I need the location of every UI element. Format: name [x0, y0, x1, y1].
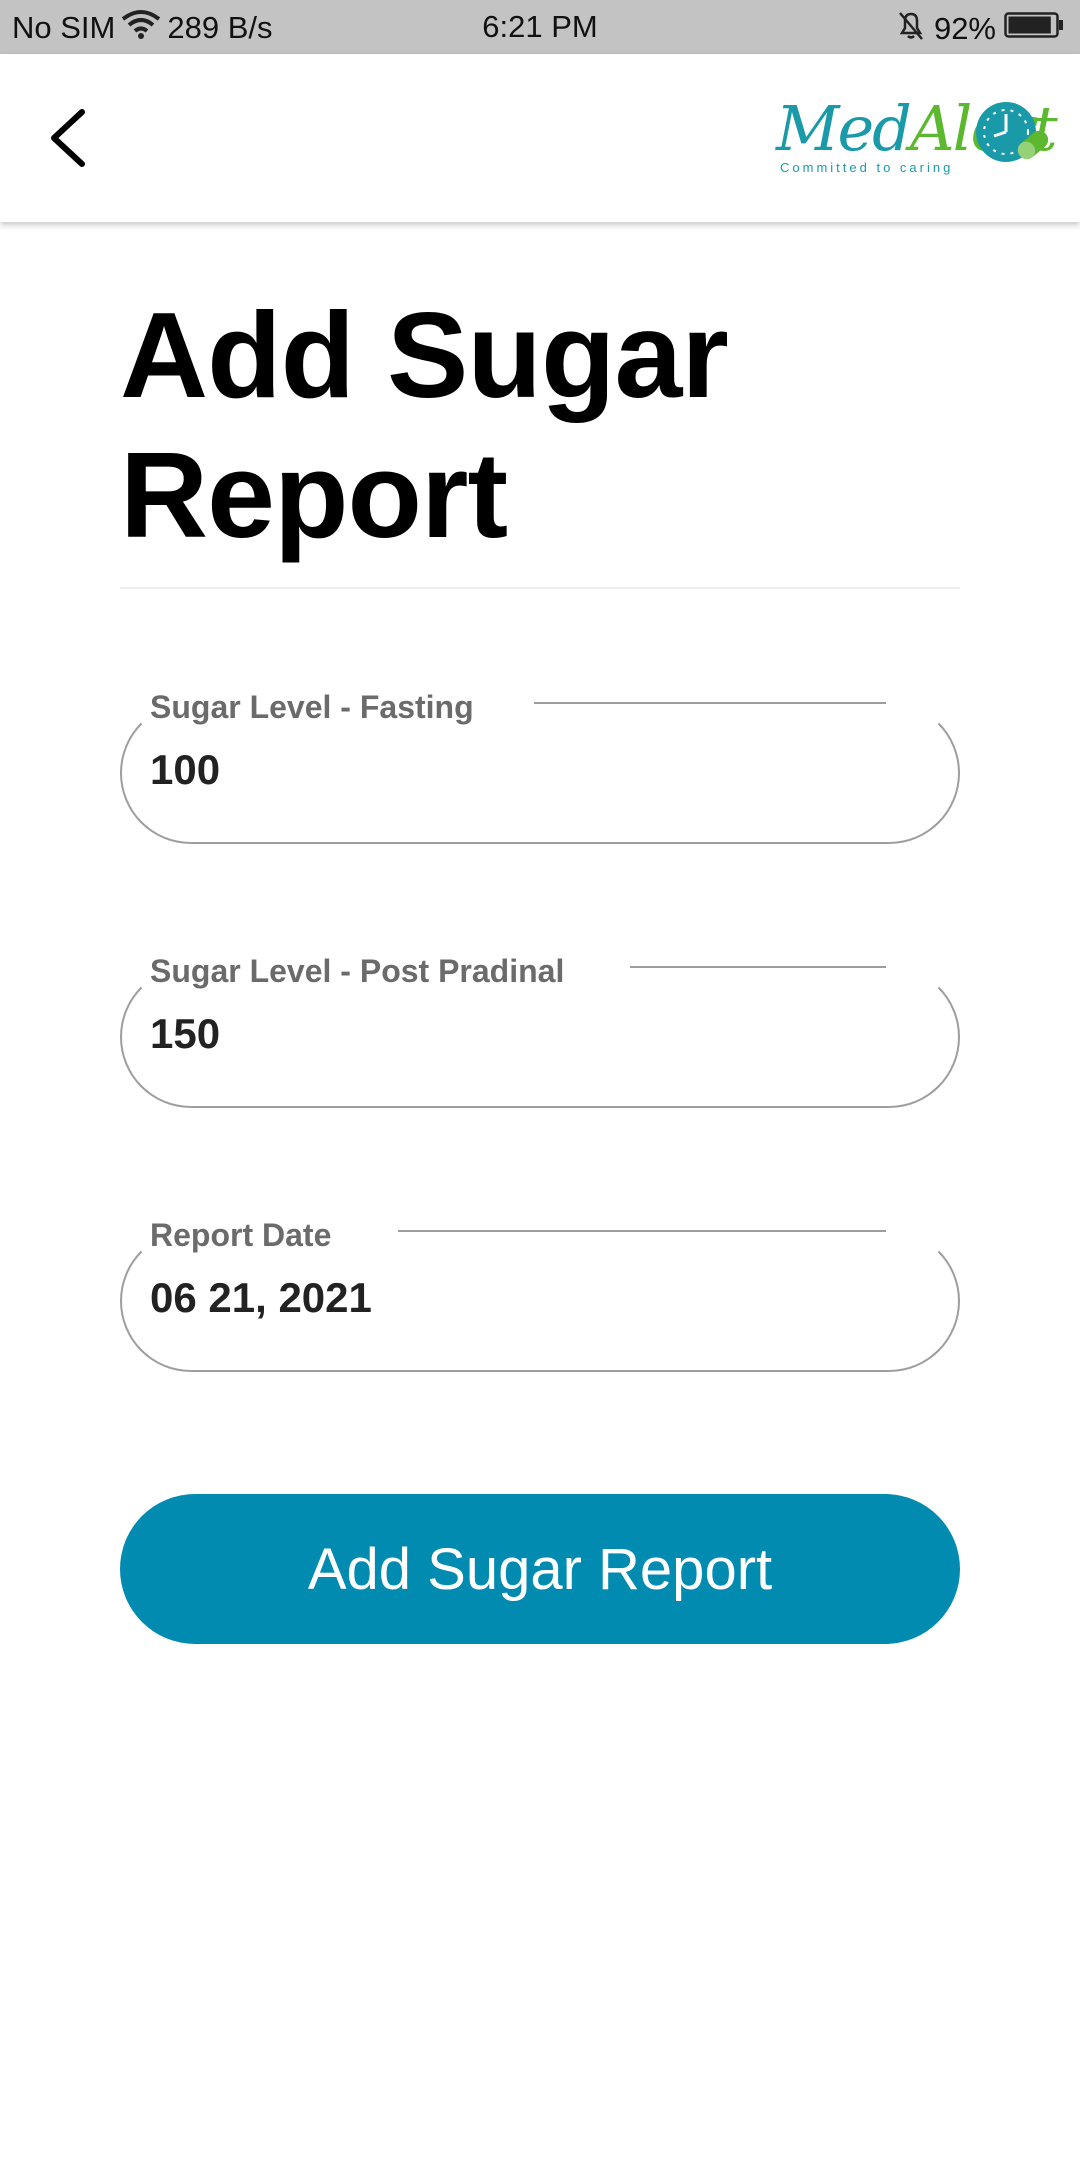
post-prandial-sugar-field[interactable]: Sugar Level - Post Pradinal [120, 953, 960, 1108]
chevron-left-icon [51, 109, 85, 167]
field-border-top [630, 966, 886, 968]
post-prandial-sugar-label: Sugar Level - Post Pradinal [150, 953, 565, 989]
field-border-top [534, 702, 886, 704]
post-prandial-sugar-input[interactable] [150, 1010, 910, 1058]
report-date-field[interactable]: Report Date [120, 1217, 960, 1372]
fasting-sugar-label: Sugar Level - Fasting [150, 689, 474, 725]
title-divider [120, 587, 960, 589]
logo-text-med: Med [776, 92, 912, 165]
app-header: MedAlert Committed to caring [0, 54, 1080, 222]
battery-text: 92% [933, 11, 996, 46]
logo-tagline: Committed to caring [780, 160, 954, 175]
field-border-top [398, 1230, 886, 1232]
status-right: 92% [896, 9, 1064, 49]
fasting-sugar-input[interactable] [150, 746, 910, 794]
clock-pill-icon [976, 102, 1049, 162]
add-sugar-report-button[interactable]: Add Sugar Report [120, 1494, 960, 1644]
battery-icon [1004, 11, 1064, 47]
page-title: Add Sugar Report [120, 287, 729, 563]
bell-off-icon [896, 9, 926, 49]
medalert-logo: MedAlert Committed to caring [774, 90, 1058, 182]
report-date-label: Report Date [150, 1217, 332, 1253]
report-date-input[interactable] [150, 1274, 910, 1322]
back-button[interactable] [28, 96, 108, 180]
status-bar: No SIM 289 B/s 6:21 PM 92% [0, 0, 1080, 54]
fasting-sugar-field[interactable]: Sugar Level - Fasting [120, 689, 960, 844]
